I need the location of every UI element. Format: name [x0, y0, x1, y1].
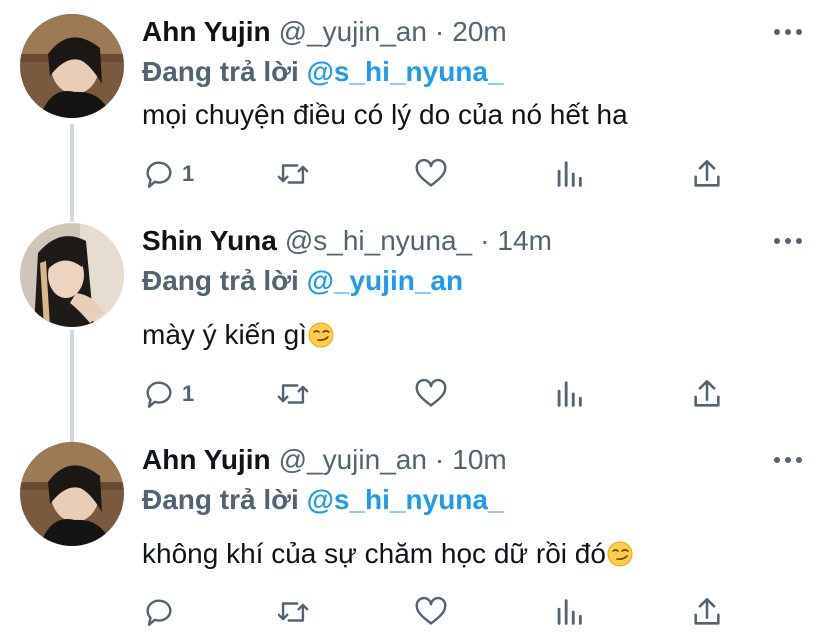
- share-icon: [694, 379, 720, 407]
- like-button[interactable]: [414, 374, 448, 414]
- mention-link[interactable]: @s_hi_nyuna_: [307, 484, 504, 515]
- timestamp[interactable]: 20m: [452, 16, 506, 48]
- username[interactable]: @_yujin_an: [279, 444, 427, 476]
- tweet[interactable]: Ahn Yujin @_yujin_an · 10m Đang trả lời …: [0, 430, 828, 639]
- timestamp[interactable]: 10m: [452, 444, 506, 476]
- heart-icon: [415, 596, 447, 625]
- analytics-icon: [557, 599, 582, 625]
- tweet-actions: [142, 592, 742, 632]
- more-icon[interactable]: [774, 442, 802, 478]
- share-button[interactable]: [690, 374, 724, 414]
- avatar[interactable]: [20, 442, 124, 546]
- avatar-photo: [20, 223, 124, 327]
- reply-context: Đang trả lời @s_hi_nyuna_: [142, 56, 504, 88]
- tweet-actions: 1: [142, 374, 742, 414]
- timestamp[interactable]: 14m: [497, 225, 551, 257]
- analytics-icon: [557, 161, 582, 187]
- like-button[interactable]: [414, 154, 448, 194]
- reply-count: 1: [182, 161, 195, 186]
- reply-icon: [146, 599, 172, 626]
- share-icon: [694, 159, 720, 187]
- tweet[interactable]: Ahn Yujin @_yujin_an · 20m Đang trả lời …: [0, 0, 828, 210]
- like-button[interactable]: [414, 592, 448, 632]
- retweet-button[interactable]: [276, 592, 310, 632]
- separator-dot: ·: [480, 225, 490, 256]
- tweet-text-content: mày ý kiến gì: [142, 319, 307, 350]
- share-button[interactable]: [690, 154, 724, 194]
- avatar[interactable]: [20, 14, 124, 118]
- tweet-text: không khí của sự chăm học dữ rồi đó: [142, 538, 633, 570]
- reply-button[interactable]: 1: [142, 374, 194, 414]
- avatar-photo: [20, 442, 124, 546]
- tweet-text: mày ý kiến gì: [142, 319, 334, 351]
- tweet-header: Ahn Yujin @_yujin_an · 10m: [142, 442, 507, 478]
- share-icon: [694, 597, 720, 625]
- retweet-icon: [277, 384, 309, 404]
- analytics-button[interactable]: [552, 154, 586, 194]
- share-button[interactable]: [690, 592, 724, 632]
- display-name[interactable]: Ahn Yujin: [142, 444, 271, 476]
- tweet-header: Shin Yuna @s_hi_nyuna_ · 14m: [142, 223, 552, 259]
- heart-icon: [415, 158, 447, 187]
- reply-button[interactable]: [142, 592, 176, 632]
- separator-dot: ·: [434, 16, 445, 47]
- smirking-face-icon: [308, 322, 334, 348]
- more-icon[interactable]: [774, 223, 802, 259]
- tweet-text: mọi chuyện điều có lý do của nó hết ha: [142, 99, 628, 131]
- tweet-text-content: không khí của sự chăm học dữ rồi đó: [142, 538, 606, 569]
- display-name[interactable]: Ahn Yujin: [142, 16, 271, 48]
- tweet-actions: 1: [142, 154, 742, 194]
- avatar-photo: [20, 14, 124, 118]
- username[interactable]: @_yujin_an: [279, 16, 427, 48]
- analytics-button[interactable]: [552, 374, 586, 414]
- analytics-icon: [557, 381, 582, 407]
- retweet-icon: [277, 164, 309, 184]
- retweet-button[interactable]: [276, 154, 310, 194]
- reply-prefix: Đang trả lời: [142, 484, 299, 515]
- heart-icon: [415, 378, 447, 407]
- avatar[interactable]: [20, 223, 124, 327]
- more-icon[interactable]: [774, 14, 802, 50]
- username[interactable]: @s_hi_nyuna_: [285, 225, 472, 257]
- reply-context: Đang trả lời @_yujin_an: [142, 265, 463, 297]
- tweet[interactable]: Shin Yuna @s_hi_nyuna_ · 14m Đang trả lờ…: [0, 210, 828, 430]
- analytics-button[interactable]: [552, 592, 586, 632]
- reply-prefix: Đang trả lời: [142, 56, 299, 87]
- reply-button[interactable]: 1: [142, 154, 194, 194]
- reply-count: 1: [182, 381, 195, 406]
- mention-link[interactable]: @_yujin_an: [307, 265, 463, 296]
- retweet-icon: [277, 602, 309, 622]
- tweet-text-content: mọi chuyện điều có lý do của nó hết ha: [142, 99, 628, 130]
- retweet-button[interactable]: [276, 374, 310, 414]
- reply-icon: [146, 381, 172, 408]
- separator-dot: ·: [434, 444, 445, 475]
- reply-context: Đang trả lời @s_hi_nyuna_: [142, 484, 504, 516]
- smirking-face-icon: [607, 541, 633, 567]
- mention-link[interactable]: @s_hi_nyuna_: [307, 56, 504, 87]
- display-name[interactable]: Shin Yuna: [142, 225, 277, 257]
- tweet-header: Ahn Yujin @_yujin_an · 20m: [142, 14, 507, 50]
- reply-icon: [146, 161, 172, 188]
- reply-prefix: Đang trả lời: [142, 265, 299, 296]
